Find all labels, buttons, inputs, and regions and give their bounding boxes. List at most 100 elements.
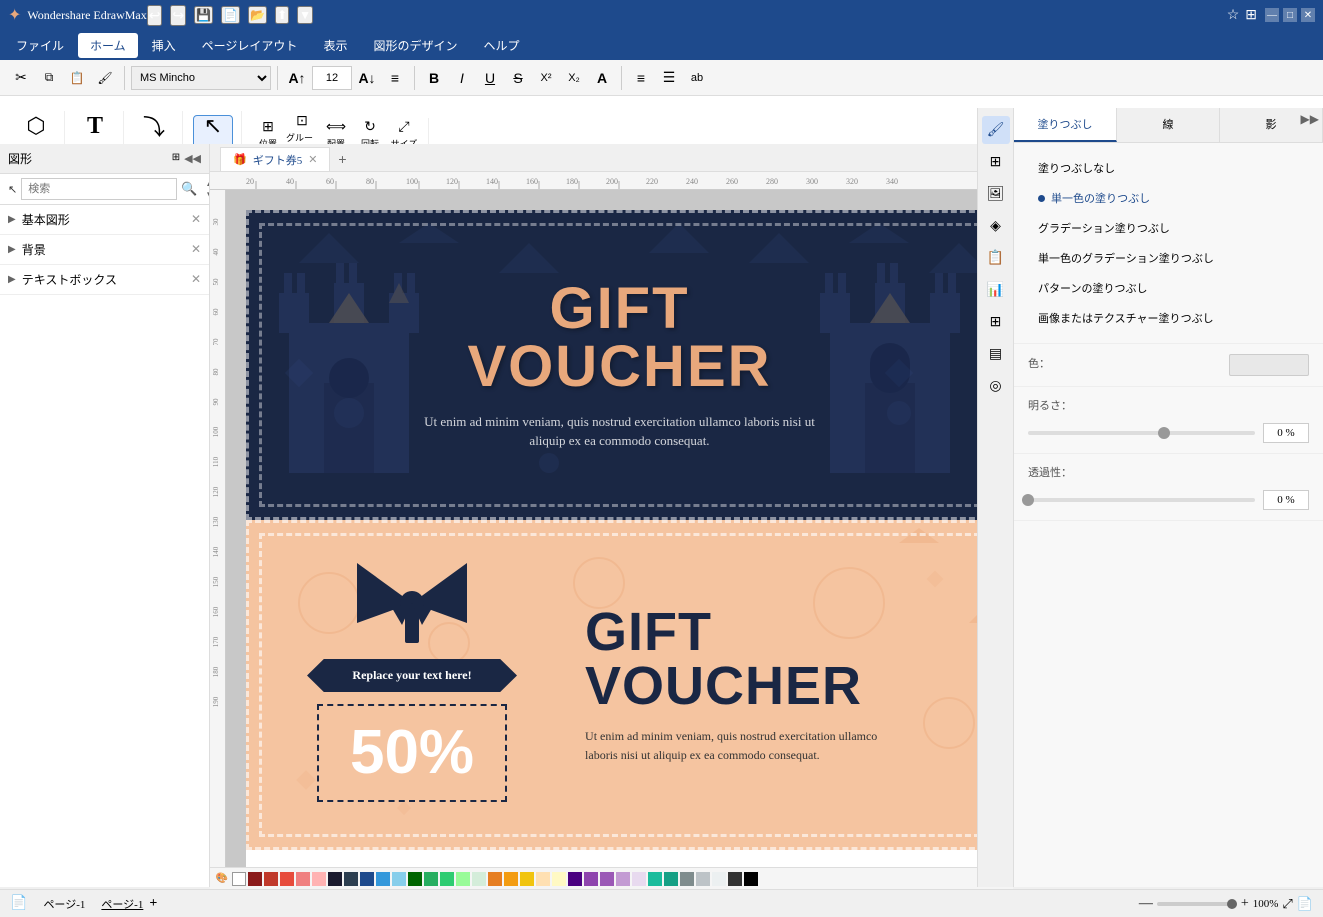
color-swatch[interactable] [616, 872, 630, 886]
voucher-2[interactable]: Replace your text here! 50% GIFT VOUCH [246, 520, 993, 850]
color-swatch[interactable] [424, 872, 438, 886]
canvas-tab[interactable]: 🎁 ギフト券5 ✕ [220, 147, 330, 171]
section-close-basic[interactable]: ✕ [191, 212, 201, 227]
rpi-grid-button[interactable]: ⊞ [982, 148, 1010, 176]
canvas-content[interactable]: GIFT VOUCHER Ut enim ad minim veniam, qu… [226, 190, 1013, 871]
color-swatch[interactable] [744, 872, 758, 886]
search-input[interactable] [21, 178, 177, 200]
rp-gradient-fill-option[interactable]: グラデーション塗りつぶし [1028, 213, 1309, 243]
text-size-up-button[interactable]: A↑ [284, 65, 310, 91]
font-family-select[interactable]: MS Mincho [131, 66, 271, 90]
color-swatch[interactable] [504, 872, 518, 886]
bullet-list-button[interactable]: ≡ [628, 65, 654, 91]
color-swatch[interactable] [728, 872, 742, 886]
rp-color-picker[interactable] [1229, 354, 1309, 376]
tab-close-button[interactable]: ✕ [308, 153, 317, 166]
subscript-button[interactable]: X₂ [561, 65, 587, 91]
text-size-down-button[interactable]: A↓ [354, 65, 380, 91]
rp-transparency-slider[interactable] [1028, 498, 1255, 502]
color-palette-icon[interactable]: 🎨 [214, 871, 230, 887]
color-swatch[interactable] [328, 872, 342, 886]
color-swatch[interactable] [552, 872, 566, 886]
close-button[interactable]: ✕ [1301, 8, 1315, 22]
new-button[interactable]: 📄 [221, 6, 240, 24]
rp-transparency-value[interactable]: 0 % [1263, 490, 1309, 510]
color-swatch[interactable] [376, 872, 390, 886]
minimize-button[interactable]: — [1265, 8, 1279, 22]
menu-insert[interactable]: 挿入 [140, 33, 188, 58]
color-swatch[interactable] [408, 872, 422, 886]
zoom-in-button[interactable]: + [1241, 896, 1249, 912]
open-button[interactable]: 📂 [248, 6, 267, 24]
redo-button[interactable]: ↪ [170, 5, 186, 26]
rp-brightness-value[interactable]: 0 % [1263, 423, 1309, 443]
more-button[interactable]: ▼ [297, 6, 313, 24]
color-swatch[interactable] [360, 872, 374, 886]
font-color-button[interactable]: A [589, 65, 615, 91]
color-swatch[interactable] [488, 872, 502, 886]
color-swatch[interactable] [696, 872, 710, 886]
rp-tab-fill[interactable]: 塗りつぶし [1014, 108, 1117, 142]
color-swatch[interactable] [392, 872, 406, 886]
section-close-text[interactable]: ✕ [191, 272, 201, 287]
maximize-button[interactable]: □ [1283, 8, 1297, 22]
color-swatch[interactable] [584, 872, 598, 886]
format-paint-button[interactable]: 🖌 [92, 65, 118, 91]
export-button[interactable]: ⬆ [275, 6, 289, 24]
color-swatch[interactable] [312, 872, 326, 886]
rp-pattern-fill-option[interactable]: パターンの塗りつぶし [1028, 273, 1309, 303]
rp-brightness-slider[interactable] [1028, 431, 1255, 435]
window-controls[interactable]: — □ ✕ [1265, 8, 1315, 22]
page-view-icon[interactable]: 📄 [1297, 896, 1313, 912]
color-swatch[interactable] [664, 872, 678, 886]
rp-no-fill-option[interactable]: 塗りつぶしなし [1028, 153, 1309, 183]
rp-single-gradient-fill-option[interactable]: 単一色のグラデーション塗りつぶし [1028, 243, 1309, 273]
rpi-style-button[interactable]: 🖌 [982, 116, 1010, 144]
color-swatch[interactable] [280, 872, 294, 886]
section-close-bg[interactable]: ✕ [191, 242, 201, 257]
panel-section-textbox[interactable]: ▶ テキストボックス ✕ [0, 265, 209, 295]
color-swatch[interactable] [264, 872, 278, 886]
panel-expand-button[interactable]: ▶▶ [1301, 112, 1319, 127]
rp-tab-line[interactable]: 線 [1117, 108, 1220, 142]
undo-button[interactable]: ↩ [147, 5, 163, 26]
underline-button[interactable]: U [477, 65, 503, 91]
color-swatch[interactable] [520, 872, 534, 886]
save-button[interactable]: 💾 [194, 6, 213, 24]
color-swatch[interactable] [632, 872, 646, 886]
menu-file[interactable]: ファイル [4, 33, 76, 58]
numbered-list-button[interactable]: ☰ [656, 65, 682, 91]
cut-button[interactable]: ✂ [8, 65, 34, 91]
copy-button[interactable]: ⧉ [36, 65, 62, 91]
page-nav-current[interactable]: ページ-1 [101, 896, 143, 912]
color-swatch[interactable] [344, 872, 358, 886]
menu-shape-design[interactable]: 図形のデザイン [361, 33, 469, 58]
rp-image-fill-option[interactable]: 画像またはテクスチャー塗りつぶし [1028, 303, 1309, 333]
panel-section-basic-shapes[interactable]: ▶ 基本図形 ✕ [0, 205, 209, 235]
rpi-image-button[interactable]: 🖼 [982, 180, 1010, 208]
color-swatch[interactable] [456, 872, 470, 886]
color-swatch[interactable] [248, 872, 262, 886]
menu-page-layout[interactable]: ページレイアウト [190, 33, 310, 58]
zoom-slider[interactable] [1157, 902, 1237, 906]
ab-button[interactable]: ab [684, 65, 710, 91]
paste-button[interactable]: 📋 [64, 65, 90, 91]
color-swatch[interactable] [440, 872, 454, 886]
panel-collapse-button[interactable]: ◀◀ [184, 152, 201, 165]
fit-icon[interactable]: ⤢ [1282, 896, 1292, 912]
color-swatch-white[interactable] [232, 872, 246, 886]
zoom-out-button[interactable]: — [1139, 896, 1153, 912]
strikethrough-button[interactable]: S [505, 65, 531, 91]
text-align-button[interactable]: ≡ [382, 65, 408, 91]
voucher-1[interactable]: GIFT VOUCHER Ut enim ad minim veniam, qu… [246, 210, 993, 520]
color-swatch[interactable] [600, 872, 614, 886]
rp-solid-fill-option[interactable]: 単一色の塗りつぶし [1028, 183, 1309, 213]
menu-help[interactable]: ヘルプ [471, 33, 531, 58]
menu-home[interactable]: ホーム [78, 33, 138, 58]
v2-badge[interactable]: Replace your text here! [307, 659, 517, 692]
add-tab-button[interactable]: + [330, 147, 354, 171]
italic-button[interactable]: I [449, 65, 475, 91]
add-page-button[interactable]: + [149, 896, 157, 912]
search-icon[interactable]: 🔍 [181, 181, 197, 197]
color-swatch[interactable] [648, 872, 662, 886]
